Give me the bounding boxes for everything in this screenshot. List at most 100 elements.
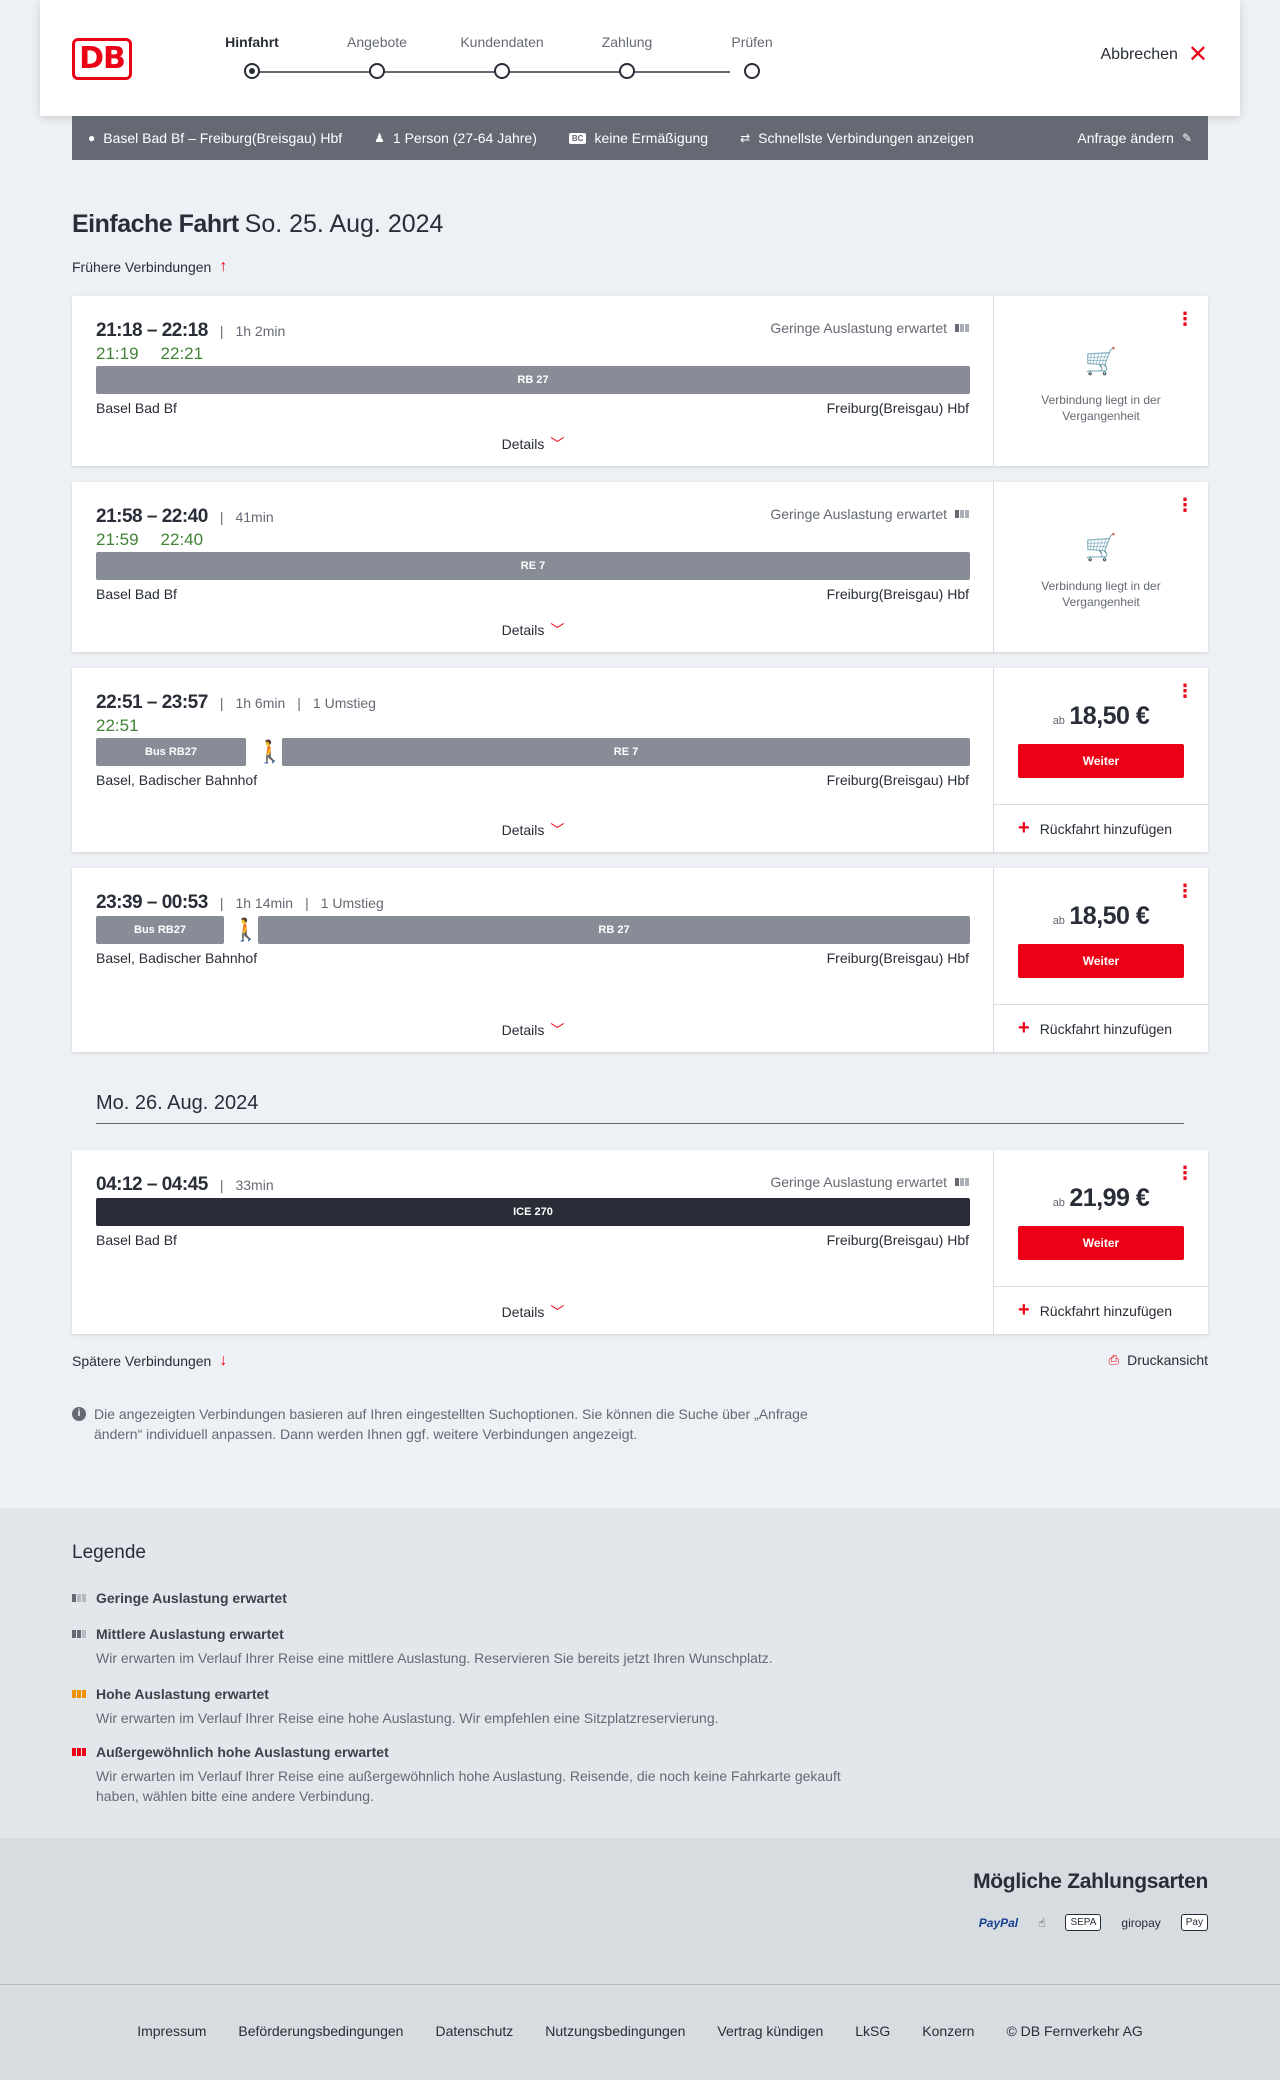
price-prefix: ab	[1052, 1197, 1065, 1209]
connection-times: 23:39 – 00:53 | 1h 14min | 1 Umstieg	[96, 892, 384, 914]
price-prefix: ab	[1052, 715, 1065, 727]
connection-info: 21:58 – 22:40 | 41min 21:59 22:40 Geringe…	[72, 482, 994, 652]
realtime-times: 21:59 22:40	[96, 530, 225, 550]
more-options-icon[interactable]: ⋮	[1176, 682, 1194, 700]
train-segment[interactable]: RE 7	[96, 552, 970, 580]
price-value: 18,50 €	[1069, 902, 1150, 930]
origin-station: Basel Bad Bf	[96, 586, 177, 602]
details-toggle[interactable]: Details ﹀	[72, 1302, 994, 1322]
progress-stepper: Hinfahrt Angebote Kundendaten Zahlung Pr…	[210, 34, 773, 84]
change-request-button[interactable]: Anfrage ändern ✎	[1077, 130, 1192, 146]
step-label: Angebote	[347, 34, 407, 50]
separator: |	[219, 1177, 224, 1193]
occupancy-info: Geringe Auslastung erwartet	[770, 320, 969, 336]
legend-item-header: Hohe Auslastung erwartet	[72, 1686, 872, 1702]
offer-panel: ⋮ ab 21,99 € Weiter + Rückfahrt hinzufüg…	[994, 1150, 1208, 1334]
footer-link-vertrag-kuendigen[interactable]: Vertrag kündigen	[717, 2023, 823, 2039]
connection-card: 22:51 – 23:57 | 1h 6min | 1 Umstieg 22:5…	[72, 668, 1208, 852]
add-return-label: Rückfahrt hinzufügen	[1039, 820, 1172, 837]
header: DB Hinfahrt Angebote Kundendaten Zahlung…	[40, 0, 1240, 116]
origin-station: Basel Bad Bf	[96, 1232, 177, 1248]
realtime-arrival: 22:21	[160, 344, 204, 363]
train-segment[interactable]: RE 7	[282, 738, 970, 766]
step-dot	[494, 63, 510, 79]
fastest-text: Schnellste Verbindungen anzeigen	[758, 130, 974, 146]
earlier-connections-link[interactable]: Frühere Verbindungen ↑	[72, 258, 227, 276]
plus-icon: +	[1018, 1299, 1030, 1321]
connection-card: 04:12 – 04:45 | 33min Geringe Auslastung…	[72, 1150, 1208, 1334]
price-value: 21,99 €	[1069, 1184, 1150, 1212]
db-logo[interactable]: DB	[72, 38, 132, 80]
separator: |	[219, 509, 224, 525]
paypal-icon: PayPal	[978, 1915, 1019, 1930]
occupancy-low-icon	[955, 324, 969, 332]
connection-times: 21:58 – 22:40 | 41min	[96, 506, 274, 528]
legend-item-header: Außergewöhnlich hohe Auslastung erwartet	[72, 1744, 872, 1760]
details-toggle[interactable]: Details ﹀	[72, 434, 994, 454]
separator: |	[219, 695, 224, 711]
legend-label: Geringe Auslastung erwartet	[96, 1590, 287, 1606]
arrow-up-icon: ↑	[219, 258, 228, 275]
step-dot	[619, 63, 635, 79]
step-dot	[369, 63, 385, 79]
continue-button[interactable]: Weiter	[1018, 1226, 1184, 1260]
cancel-button[interactable]: Abbrechen ✕	[1101, 43, 1209, 67]
destination-station: Freiburg(Breisgau) Hbf	[826, 1232, 969, 1248]
train-segment[interactable]: RB 27	[96, 366, 970, 394]
chevron-down-icon: ﹀	[550, 1304, 565, 1320]
more-options-icon[interactable]: ⋮	[1176, 310, 1194, 328]
page-title: Einfache Fahrt So. 25. Aug. 2024	[72, 210, 443, 239]
departure-arrival: 22:51 – 23:57	[96, 692, 208, 713]
footer-link-konzern[interactable]: Konzern	[922, 2023, 974, 2039]
card-contactless-icon: ☝	[1038, 1915, 1046, 1930]
offer-panel: ⋮ 🛒 Verbindung liegt in der Vergangenhei…	[994, 482, 1208, 652]
more-options-icon[interactable]: ⋮	[1176, 882, 1194, 900]
more-options-icon[interactable]: ⋮	[1176, 496, 1194, 514]
payment-title: Mögliche Zahlungsarten	[973, 1870, 1208, 1893]
continue-button[interactable]: Weiter	[1018, 744, 1184, 778]
later-connections-link[interactable]: Spätere Verbindungen ↓	[72, 1352, 227, 1370]
add-return-button[interactable]: + Rückfahrt hinzufügen	[994, 804, 1208, 852]
day-separator: Mo. 26. Aug. 2024	[96, 1092, 1184, 1124]
more-options-icon[interactable]: ⋮	[1176, 1164, 1194, 1182]
add-return-button[interactable]: + Rückfahrt hinzufügen	[994, 1004, 1208, 1052]
bus-segment[interactable]: Bus RB27	[96, 916, 224, 944]
departure-arrival: 21:58 – 22:40	[96, 506, 208, 527]
add-return-button[interactable]: + Rückfahrt hinzufügen	[994, 1286, 1208, 1334]
cart-unavailable-icon: 🛒	[1084, 532, 1118, 562]
details-toggle[interactable]: Details ﹀	[72, 620, 994, 640]
details-label: Details	[501, 822, 545, 838]
train-segment[interactable]: ICE 270	[96, 1198, 970, 1226]
pencil-icon: ✎	[1181, 131, 1192, 145]
footer-link-lksg[interactable]: LkSG	[855, 2023, 890, 2039]
legend-item-header: Geringe Auslastung erwartet	[72, 1590, 872, 1606]
footer-link-befoerderungsbedingungen[interactable]: Beförderungsbedingungen	[238, 2023, 403, 2039]
connection-info: 22:51 – 23:57 | 1h 6min | 1 Umstieg 22:5…	[72, 668, 994, 852]
details-toggle[interactable]: Details ﹀	[72, 820, 994, 840]
bahncard-icon: BC	[568, 132, 587, 144]
footer-link-nutzungsbedingungen[interactable]: Nutzungsbedingungen	[545, 2023, 685, 2039]
legend-description: Wir erwarten im Verlauf Ihrer Reise eine…	[96, 1710, 719, 1726]
train-segment[interactable]: RB 27	[258, 916, 970, 944]
trip-type: Einfache Fahrt	[72, 210, 239, 238]
change-request-label: Anfrage ändern	[1077, 130, 1174, 146]
print-view-link[interactable]: ⎙ Druckansicht	[1109, 1352, 1208, 1368]
occupancy-info: Geringe Auslastung erwartet	[770, 506, 969, 522]
price-value: 18,50 €	[1069, 702, 1150, 730]
printer-icon: ⎙	[1108, 1352, 1120, 1367]
price-prefix: ab	[1052, 915, 1065, 927]
footer-link-impressum[interactable]: Impressum	[137, 2023, 206, 2039]
bus-segment[interactable]: Bus RB27	[96, 738, 246, 766]
legend-label: Außergewöhnlich hohe Auslastung erwartet	[96, 1744, 389, 1760]
connection-times: 21:18 – 22:18 | 1h 2min	[96, 320, 285, 342]
details-toggle[interactable]: Details ﹀	[72, 1020, 994, 1040]
past-connection-text: Verbindung liegt in der Vergangenheit	[1041, 393, 1161, 423]
walk-icon: 🚶	[232, 917, 260, 942]
legend-description: Wir erwarten im Verlauf Ihrer Reise eine…	[96, 1768, 841, 1804]
continue-button[interactable]: Weiter	[1018, 944, 1184, 978]
price: ab 18,50 €	[994, 902, 1208, 931]
earlier-label: Frühere Verbindungen	[72, 259, 212, 275]
occupancy-info: Geringe Auslastung erwartet	[770, 1174, 969, 1190]
footer-link-datenschutz[interactable]: Datenschutz	[435, 2023, 513, 2039]
occupancy-text: Geringe Auslastung erwartet	[770, 320, 947, 336]
